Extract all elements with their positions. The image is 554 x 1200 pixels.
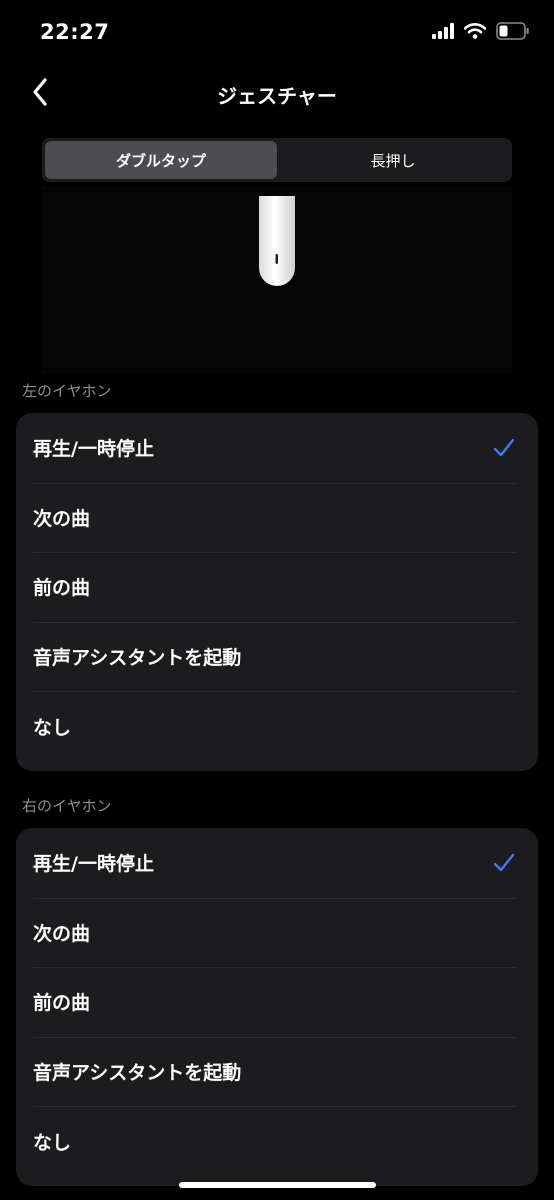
left-earbud-section-label: 左のイヤホン [22, 382, 112, 400]
status-icons [432, 22, 530, 44]
right-earbud-options-list: 再生/一時停止 次の曲 前の曲 音声アシスタントを起動 なし [16, 828, 538, 1186]
earbud-icon [247, 186, 307, 374]
right-option-none[interactable]: なし [16, 1106, 538, 1176]
option-label: 前の曲 [33, 577, 91, 600]
battery-icon [496, 22, 530, 44]
checkmark-icon [492, 851, 516, 875]
page-title: ジェスチャー [217, 84, 337, 108]
wifi-icon [463, 23, 487, 43]
left-option-next-track[interactable]: 次の曲 [16, 482, 538, 553]
option-label: 再生/一時停止 [33, 438, 154, 461]
option-label: 音声アシスタントを起動 [33, 647, 242, 670]
tab-long-press[interactable]: 長押し [277, 141, 509, 179]
status-bar: 22:27 [0, 0, 554, 66]
right-option-next-track[interactable]: 次の曲 [16, 897, 538, 968]
left-option-none[interactable]: なし [16, 691, 538, 761]
tab-double-tap[interactable]: ダブルタップ [45, 141, 277, 179]
left-option-voice-assistant[interactable]: 音声アシスタントを起動 [16, 621, 538, 692]
option-label: 次の曲 [33, 507, 91, 530]
option-label: なし [33, 716, 72, 739]
cellular-signal-icon [432, 23, 454, 43]
right-option-play-pause[interactable]: 再生/一時停止 [16, 828, 538, 898]
navigation-bar: ジェスチャー [0, 66, 554, 122]
right-option-voice-assistant[interactable]: 音声アシスタントを起動 [16, 1036, 538, 1107]
home-indicator [179, 1182, 376, 1188]
checkmark-icon [492, 436, 516, 460]
status-time: 22:27 [40, 20, 110, 44]
earbud-image-area [42, 186, 512, 374]
option-label: なし [33, 1131, 72, 1154]
left-option-previous-track[interactable]: 前の曲 [16, 552, 538, 622]
option-label: 次の曲 [33, 922, 91, 945]
left-earbud-options-list: 再生/一時停止 次の曲 前の曲 音声アシスタントを起動 なし [16, 413, 538, 771]
option-label: 音声アシスタントを起動 [33, 1062, 242, 1085]
right-option-previous-track[interactable]: 前の曲 [16, 967, 538, 1037]
left-option-play-pause[interactable]: 再生/一時停止 [16, 413, 538, 483]
option-label: 前の曲 [33, 992, 91, 1015]
right-earbud-section-label: 右のイヤホン [22, 797, 112, 815]
gesture-type-segmented-control: ダブルタップ 長押し [42, 138, 512, 182]
option-label: 再生/一時停止 [33, 853, 154, 876]
